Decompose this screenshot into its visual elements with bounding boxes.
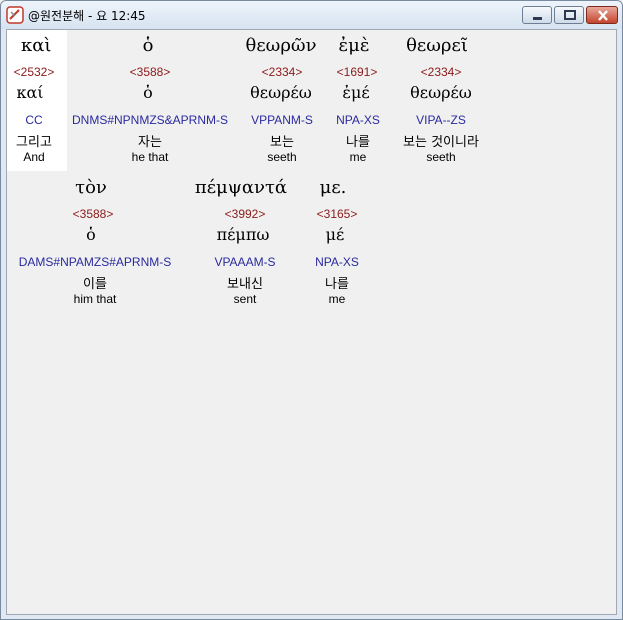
strong-number: <2532>	[13, 65, 55, 79]
strong-number: <2334>	[261, 65, 303, 79]
window-title: @원전분해 - 요 12:45	[28, 9, 146, 23]
maximize-button[interactable]	[554, 6, 584, 24]
minimize-button[interactable]	[522, 6, 552, 24]
close-icon	[598, 10, 608, 21]
strong-number: <2334>	[420, 65, 462, 79]
lemma: πέμπω	[216, 225, 270, 244]
greek-word: καὶ	[21, 35, 52, 56]
app-icon[interactable]	[6, 6, 24, 24]
parsing-code: VIPA--ZS	[416, 113, 466, 127]
parsing-code: DNMS#NPNMZS&APRNM-S	[71, 113, 229, 127]
english-gloss: And	[23, 150, 45, 164]
strong-number: <3992>	[224, 207, 266, 221]
lemma: ἐμέ	[342, 83, 370, 102]
korean-gloss: 나를	[325, 277, 349, 292]
korean-gloss: 이를	[83, 277, 107, 292]
parsing-code: DAMS#NPAMZS#APRNM-S	[18, 255, 172, 269]
lemma: μέ	[325, 225, 345, 244]
korean-gloss: 나를	[346, 135, 370, 150]
english-gloss: him that	[73, 292, 117, 306]
greek-word: θεωρεῖ	[406, 35, 468, 56]
minimize-icon	[533, 17, 542, 20]
parsing-code: NPA-XS	[315, 255, 359, 269]
lemma: καί	[16, 83, 44, 102]
parsing-code: VPPANM-S	[251, 113, 313, 127]
korean-gloss: 그리고	[16, 135, 52, 150]
english-gloss: seeth	[426, 150, 456, 164]
parsing-code: VPAAAM-S	[214, 255, 276, 269]
parsing-code: CC	[25, 113, 43, 127]
strong-number: <3588>	[72, 207, 114, 221]
greek-word: ὁ	[142, 35, 154, 56]
english-gloss: sent	[233, 292, 257, 306]
greek-word: ἐμὲ	[338, 35, 370, 56]
close-button[interactable]	[586, 6, 618, 24]
korean-gloss: 보는 것이니라	[403, 135, 479, 150]
english-gloss: seeth	[267, 150, 297, 164]
korean-gloss: 보는	[270, 135, 294, 150]
strong-number: <1691>	[336, 65, 378, 79]
lemma: θεωρέω	[410, 83, 472, 102]
maximize-icon	[564, 10, 576, 20]
lemma: ὁ	[143, 83, 153, 102]
strong-number: <3165>	[316, 207, 358, 221]
greek-word: τὸν	[75, 177, 107, 198]
greek-word: με.	[319, 177, 347, 198]
app-window: @원전분해 - 요 12:45 καὶ <2532> καί CC 그리고 An…	[0, 0, 623, 620]
korean-gloss: 자는	[138, 135, 162, 150]
parsing-code: NPA-XS	[336, 113, 380, 127]
title-bar[interactable]: @원전분해 - 요 12:45	[1, 1, 622, 29]
strong-number: <3588>	[129, 65, 171, 79]
english-gloss: he that	[131, 150, 169, 164]
korean-gloss: 보내신	[227, 277, 263, 292]
lemma: ὁ	[86, 225, 96, 244]
greek-word: θεωρῶν	[245, 35, 317, 56]
lemma: θεωρέω	[250, 83, 312, 102]
english-gloss: me	[349, 150, 367, 164]
greek-word: πέμψαντά	[194, 177, 288, 198]
english-gloss: me	[328, 292, 346, 306]
verse-analysis-panel[interactable]: καὶ <2532> καί CC 그리고 And ὁ <3588> ὁ DNM…	[6, 29, 617, 615]
